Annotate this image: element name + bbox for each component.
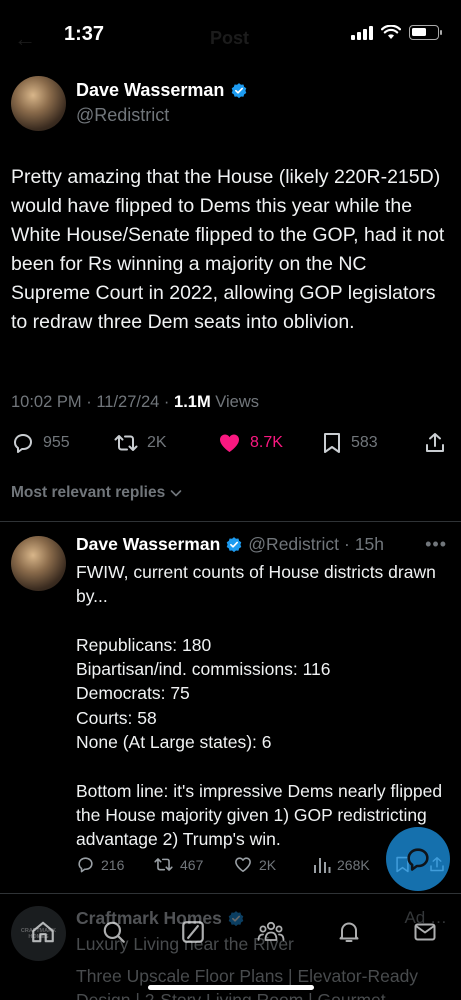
share-icon [426, 433, 444, 452]
like-count: 8.7K [250, 434, 283, 451]
tab-communities[interactable] [256, 917, 286, 947]
reply-like-button[interactable]: 2K [233, 855, 276, 874]
reply-icon [14, 434, 32, 453]
tab-grok[interactable] [178, 917, 208, 947]
reply-icon [78, 857, 93, 873]
post-text: Pretty amazing that the House (likely 22… [11, 166, 445, 333]
bookmark-button[interactable]: 583 [321, 431, 378, 455]
grok-icon [182, 921, 204, 943]
meta-separator: · [344, 534, 350, 554]
more-icon: ••• [425, 534, 447, 554]
more-options-button[interactable]: ••• [425, 534, 447, 555]
meta-separator: · [86, 393, 97, 411]
author-name[interactable]: Dave Wasserman [76, 80, 224, 101]
home-indicator[interactable] [148, 985, 314, 990]
post-actions: 955 2K 8.7K 583 [11, 428, 451, 460]
reply-button[interactable]: 955 [11, 431, 70, 455]
repost-count: 2K [147, 434, 167, 451]
reply-text: FWIW, current counts of House districts … [76, 562, 443, 850]
heart-icon [235, 857, 251, 873]
tab-notifications[interactable] [334, 917, 364, 947]
bookmark-icon [324, 433, 340, 453]
share-button[interactable] [423, 431, 447, 455]
reply-age: 15h [354, 534, 385, 554]
divider [0, 893, 461, 894]
reply-like-count: 2K [259, 856, 277, 873]
status-time: 1:37 [64, 23, 105, 45]
author-name-row[interactable]: Dave Wasserman [76, 80, 248, 101]
compose-reply-button[interactable] [386, 827, 450, 891]
author-handle[interactable]: @Redistrict [76, 105, 169, 126]
verified-badge-icon [232, 82, 247, 98]
reply-views-button[interactable]: 268K [313, 855, 370, 874]
reply-reply-button[interactable]: 216 [76, 855, 124, 874]
post-views-count[interactable]: 1.1M [174, 393, 211, 411]
verified-badge-icon [227, 536, 242, 552]
tab-home[interactable] [28, 917, 58, 947]
tab-search[interactable] [99, 917, 129, 947]
status-bar: ← Post 1:37 [0, 0, 461, 62]
replies-sort-label: Most relevant replies [11, 484, 166, 501]
divider [0, 521, 461, 522]
status-icons [351, 25, 442, 40]
reply-handle[interactable]: @Redistrict [248, 534, 339, 555]
bookmark-count: 583 [351, 434, 378, 451]
author-avatar[interactable] [11, 76, 66, 131]
reply-header: Dave Wasserman @Redistrict · 15h [76, 534, 384, 555]
chevron-down-icon [170, 490, 182, 497]
home-icon [32, 921, 54, 943]
post-time: 10:02 PM [11, 393, 82, 411]
like-button[interactable]: 8.7K [217, 431, 283, 455]
repost-button[interactable]: 2K [113, 431, 167, 455]
heart-icon [220, 434, 239, 452]
communities-icon [257, 921, 285, 941]
notifications-icon [339, 922, 359, 942]
reply-reply-count: 216 [101, 856, 125, 873]
reply-repost-count: 467 [180, 856, 204, 873]
reply-views-count: 268K [337, 856, 370, 873]
tab-messages[interactable] [410, 917, 440, 947]
reply-author-name[interactable]: Dave Wasserman [76, 534, 220, 555]
post-views-label: Views [215, 393, 260, 411]
battery-icon [409, 25, 442, 40]
search-icon [103, 921, 125, 943]
meta-separator: · [163, 393, 175, 411]
reply-count: 955 [43, 434, 70, 451]
views-icon [314, 858, 331, 873]
wifi-icon [381, 25, 401, 39]
post-meta: 10:02 PM · 11/27/24 · 1.1M Views [11, 393, 259, 412]
reply-author-avatar[interactable] [11, 536, 66, 591]
header-title: Post [210, 28, 250, 48]
repost-icon [114, 435, 138, 451]
compose-icon [407, 848, 429, 871]
repost-icon [154, 858, 173, 871]
back-arrow-icon[interactable]: ← [14, 26, 36, 52]
post-date: 11/27/24 [96, 393, 160, 411]
replies-sort-dropdown[interactable]: Most relevant replies [11, 484, 183, 502]
cellular-signal-icon [351, 25, 373, 40]
messages-icon [414, 923, 436, 941]
reply-repost-button[interactable]: 467 [153, 855, 203, 874]
